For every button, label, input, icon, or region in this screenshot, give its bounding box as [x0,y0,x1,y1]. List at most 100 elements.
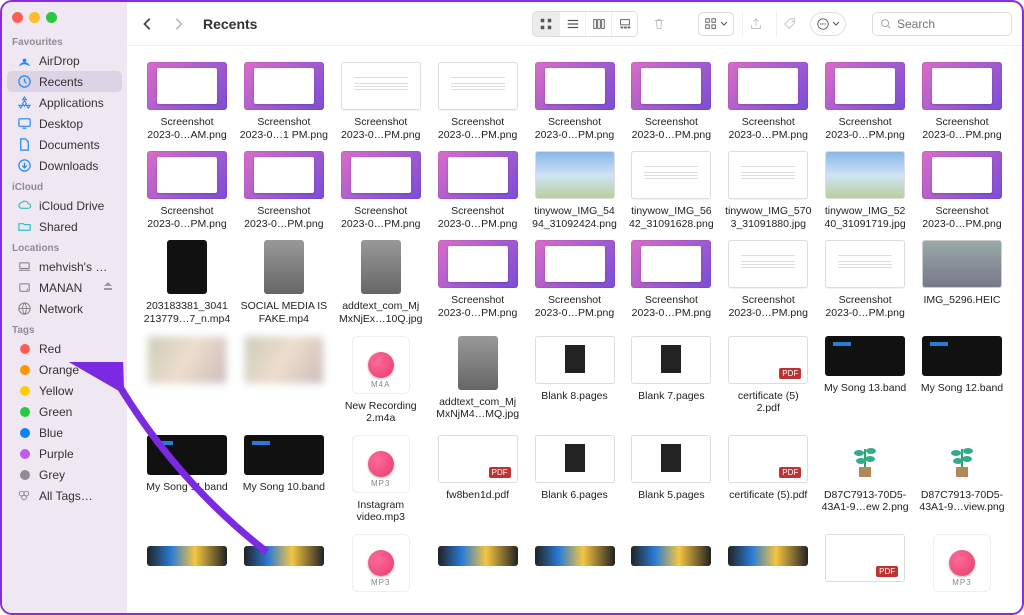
sidebar-item-grey[interactable]: Grey [7,464,122,485]
group-by-button[interactable] [698,12,734,36]
gallery-view-button[interactable] [611,12,637,36]
icon-view-button[interactable] [533,12,559,36]
file-item[interactable]: PDFcertificate (5)2.pdf [720,336,816,425]
file-item[interactable]: Blank 7.pages [623,336,719,425]
file-grid-scroll[interactable]: Screenshot2023-0…AM.pngScreenshot2023-0…… [127,46,1022,613]
section-icloud-label: iCloud [2,176,127,195]
file-item[interactable]: D87C7913-70D5-43A1-9…ew 2.png [817,435,913,524]
sidebar-item-network[interactable]: Network [7,298,122,319]
file-item[interactable]: Blank 5.pages [623,435,719,524]
file-item[interactable]: Screenshot2023-0…PM.png [139,151,235,230]
fullscreen-window-button[interactable] [46,12,57,23]
file-item[interactable]: Screenshot2023-0…PM.png [527,62,623,141]
sidebar-item-recents[interactable]: Recents [7,71,122,92]
back-button[interactable] [137,9,159,39]
file-item[interactable] [139,336,235,425]
laptop-icon [17,259,32,274]
file-item[interactable]: Screenshot2023-0…PM.png [623,240,719,325]
file-item[interactable]: MP3 [333,534,429,598]
file-thumbnail [922,435,1002,483]
minimize-window-button[interactable] [29,12,40,23]
eject-icon[interactable] [102,280,114,295]
file-item[interactable]: Screenshot2023-0…PM.png [430,151,526,230]
file-item[interactable] [623,534,719,598]
file-name: tinywow_IMG_5494_31092424.png [528,205,622,230]
file-item[interactable]: Screenshot2023-0…PM.png [914,151,1010,230]
file-item[interactable]: Screenshot2023-0…PM.png [430,240,526,325]
sidebar-item-shared[interactable]: Shared [7,216,122,237]
file-thumbnail [147,62,227,110]
file-item[interactable]: addtext_com_MjMxNjM4…MQ.jpg [430,336,526,425]
file-item[interactable]: MP3Instagramvideo.mp3 [333,435,429,524]
file-item[interactable]: Blank 8.pages [527,336,623,425]
sidebar-item-red[interactable]: Red [7,338,122,359]
file-item[interactable]: PDF [817,534,913,598]
file-thumbnail [825,435,905,483]
tag-button[interactable] [776,12,802,36]
sidebar-item-yellow[interactable]: Yellow [7,380,122,401]
file-item[interactable]: Screenshot2023-0…PM.png [236,151,332,230]
sidebar-item-airdrop[interactable]: AirDrop [7,50,122,71]
file-item[interactable]: tinywow_IMG_5642_31091628.png [623,151,719,230]
sidebar-item-label: Shared [39,220,114,234]
file-item[interactable] [236,534,332,598]
sidebar-item-mehvish-s-m-[interactable]: mehvish's M… [7,256,122,277]
file-item[interactable]: tinywow_IMG_5240_31091719.jpg [817,151,913,230]
file-item[interactable]: M4ANew Recording2.m4a [333,336,429,425]
file-item[interactable]: D87C7913-70D5-43A1-9…view.png [914,435,1010,524]
file-item[interactable]: Screenshot2023-0…PM.png [914,62,1010,141]
file-item[interactable]: IMG_5296.HEIC [914,240,1010,325]
sidebar-item-purple[interactable]: Purple [7,443,122,464]
list-view-button[interactable] [559,12,585,36]
tag-dot-icon [17,446,32,461]
file-item[interactable]: My Song 13.band [817,336,913,425]
file-item[interactable] [430,534,526,598]
file-item[interactable]: Screenshot2023-0…PM.png [623,62,719,141]
sidebar-item-icloud-drive[interactable]: iCloud Drive [7,195,122,216]
file-item[interactable]: Screenshot2023-0…PM.png [333,62,429,141]
sidebar-item-manan[interactable]: MANAN [7,277,122,298]
sidebar-item-orange[interactable]: Orange [7,359,122,380]
file-thumbnail [458,336,498,390]
search-field[interactable] [872,12,1012,36]
file-item[interactable]: Screenshot2023-0…PM.png [333,151,429,230]
sidebar-item-blue[interactable]: Blue [7,422,122,443]
share-button[interactable] [742,12,768,36]
file-item[interactable]: Screenshot2023-0…PM.png [817,62,913,141]
file-item[interactable]: addtext_com_MjMxNjEx…10Q.jpg [333,240,429,325]
file-item[interactable]: Blank 6.pages [527,435,623,524]
sidebar-item-all-tags[interactable]: All Tags… [7,485,122,506]
file-item[interactable]: Screenshot2023-0…PM.png [720,240,816,325]
file-item[interactable]: Screenshot2023-0…PM.png [430,62,526,141]
file-item[interactable]: Screenshot2023-0…PM.png [527,240,623,325]
file-item[interactable]: My Song 11.band [139,435,235,524]
file-item[interactable]: 203183381_3041213779…7_n.mp4 [139,240,235,325]
sidebar-item-downloads[interactable]: Downloads [7,155,122,176]
trash-button[interactable] [646,12,672,36]
file-item[interactable] [720,534,816,598]
file-item[interactable] [139,534,235,598]
file-item[interactable]: tinywow_IMG_5494_31092424.png [527,151,623,230]
more-actions-button[interactable] [810,12,846,36]
file-item[interactable]: SOCIAL MEDIA ISFAKE.mp4 [236,240,332,325]
file-item[interactable]: My Song 12.band [914,336,1010,425]
file-item[interactable]: MP3 [914,534,1010,598]
file-item[interactable] [236,336,332,425]
sidebar-item-documents[interactable]: Documents [7,134,122,155]
column-view-button[interactable] [585,12,611,36]
file-item[interactable]: Screenshot2023-0…AM.png [139,62,235,141]
forward-button[interactable] [167,9,189,39]
close-window-button[interactable] [12,12,23,23]
file-item[interactable]: Screenshot2023-0…1 PM.png [236,62,332,141]
file-item[interactable]: Screenshot2023-0…PM.png [817,240,913,325]
file-item[interactable]: My Song 10.band [236,435,332,524]
file-item[interactable]: PDFcertificate (5).pdf [720,435,816,524]
search-input[interactable] [897,17,997,31]
file-item[interactable]: tinywow_IMG_5703_31091880.jpg [720,151,816,230]
file-item[interactable]: Screenshot2023-0…PM.png [720,62,816,141]
file-item[interactable] [527,534,623,598]
file-item[interactable]: PDFfw8ben1d.pdf [430,435,526,524]
sidebar-item-applications[interactable]: Applications [7,92,122,113]
sidebar-item-desktop[interactable]: Desktop [7,113,122,134]
sidebar-item-green[interactable]: Green [7,401,122,422]
